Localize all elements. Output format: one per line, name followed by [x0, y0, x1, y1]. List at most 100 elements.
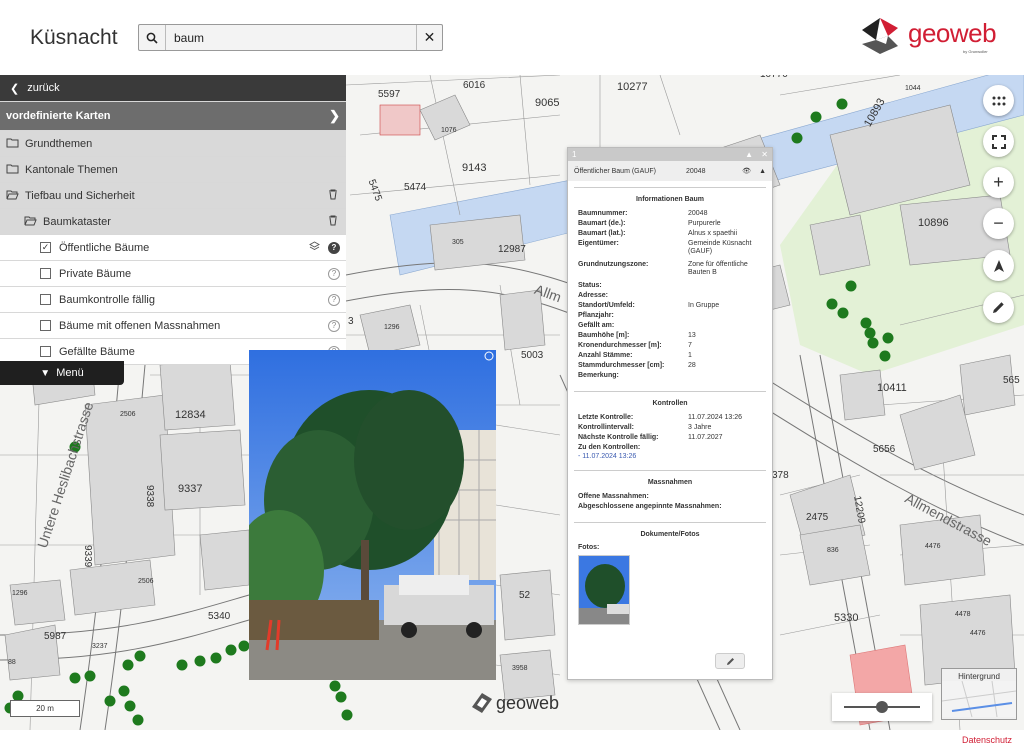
- layer-checkbox[interactable]: [40, 268, 51, 279]
- back-label: zurück: [27, 82, 60, 94]
- layer-checkbox[interactable]: [40, 346, 51, 357]
- folder-open-icon: [24, 215, 37, 229]
- folder-open-icon: [6, 189, 19, 203]
- search-icon[interactable]: [139, 25, 166, 50]
- trash-icon[interactable]: [328, 189, 338, 203]
- table-row: Grundnutzungszone: Zone für öffentliche B…: [578, 261, 748, 276]
- logo-text: geoweb: [908, 18, 997, 48]
- feature-info-window[interactable]: 1 ▲ ✕ Öffentlicher Baum (GAUF) 20048 👁 ▲…: [567, 147, 773, 680]
- parcel-label: 52: [519, 590, 531, 601]
- eye-icon[interactable]: 👁: [742, 167, 751, 175]
- draw-button[interactable]: [983, 292, 1014, 323]
- parcel-label: 12834: [175, 409, 206, 421]
- layer-checkbox[interactable]: [40, 320, 51, 331]
- photo-thumbnail[interactable]: [578, 555, 630, 625]
- parcel-label: 3: [348, 316, 354, 327]
- search-input[interactable]: baum: [166, 31, 416, 45]
- menu-toggle-button[interactable]: ▼ Menü: [0, 361, 124, 385]
- group-label: Kantonale Themen: [25, 163, 118, 176]
- parcel-label: 5597: [378, 89, 401, 100]
- group-tiefbau-sicherheit[interactable]: Tiefbau und Sicherheit: [0, 183, 346, 209]
- back-button[interactable]: ❮ zurück: [0, 75, 346, 102]
- table-row: Abgeschlossene angepinnte Massnahmen:: [578, 503, 722, 510]
- layer-label: Baumkontrolle fällig: [59, 293, 155, 306]
- layer-offene-massnahmen[interactable]: Bäume mit offenen Massnahmen ?: [0, 313, 346, 339]
- table-row: Stammdurchmesser [cm]: 28: [578, 362, 696, 369]
- zoom-out-button[interactable]: −: [983, 208, 1014, 239]
- edit-button[interactable]: [715, 653, 745, 669]
- grid-icon: [992, 96, 1005, 105]
- parcel-label: 10277: [617, 81, 648, 93]
- group-grundthemen[interactable]: Grundthemen: [0, 131, 346, 157]
- chevron-down-icon: ▼: [40, 367, 51, 379]
- table-row: Baumart (lat.): Alnus x spaethii: [578, 230, 738, 237]
- predefined-maps-label: vordefinierte Karten: [6, 110, 111, 122]
- table-row: Baumart (de.): Purpurerle: [578, 220, 721, 227]
- background-label: Hintergrund: [958, 672, 1000, 681]
- page-title: Küsnacht: [30, 26, 118, 49]
- help-icon[interactable]: ?: [328, 293, 340, 306]
- layer-private-baeume[interactable]: Private Bäume ?: [0, 261, 346, 287]
- parcel-label: 1296: [384, 324, 400, 331]
- chevron-left-icon: ❮: [10, 82, 20, 95]
- help-icon[interactable]: ?: [328, 319, 340, 332]
- predefined-maps-item[interactable]: vordefinierte Karten ❯: [0, 102, 346, 131]
- search-bar[interactable]: baum ✕: [138, 24, 443, 51]
- parcel-label: 1044: [905, 85, 921, 92]
- layer-label: Private Bäume: [59, 267, 132, 280]
- locate-button[interactable]: [983, 250, 1014, 281]
- privacy-link[interactable]: Datenschutz: [962, 735, 1012, 745]
- clear-search-icon[interactable]: ✕: [416, 25, 442, 50]
- table-row: Anzahl Stämme: 1: [578, 352, 692, 359]
- layer-baumkontrolle-faellig[interactable]: Baumkontrolle fällig ?: [0, 287, 346, 313]
- layer-oeffentliche-baeume[interactable]: ✓ Öffentliche Bäume ?: [0, 235, 346, 261]
- section-title: Massnahmen: [574, 470, 766, 492]
- layers-icon[interactable]: [309, 240, 320, 255]
- navigation-arrow-icon: [993, 259, 1004, 272]
- info-window-titlebar[interactable]: 1 ▲ ✕: [568, 148, 772, 161]
- help-icon[interactable]: ?: [328, 267, 340, 280]
- fullscreen-button[interactable]: [983, 126, 1014, 157]
- geoweb-logo-mark: [862, 18, 898, 54]
- collapse-icon[interactable]: ▲: [745, 150, 753, 159]
- table-row: Baumhöhe [m]: 13: [578, 332, 696, 339]
- map-logo: geoweb: [471, 692, 559, 714]
- table-row: Adresse:: [578, 292, 608, 299]
- layer-checkbox[interactable]: [40, 294, 51, 305]
- table-row: Offene Massnahmen:: [578, 493, 649, 500]
- app-header: Küsnacht baum ✕ geoweb by Grunwoller: [0, 0, 1024, 75]
- parcel-label: 4476: [925, 543, 941, 550]
- opacity-slider[interactable]: [832, 693, 932, 721]
- group-label: Grundthemen: [25, 137, 93, 150]
- chevron-right-icon: ❯: [329, 108, 340, 123]
- measures-table: Offene Massnahmen: Abgeschlossene angepi…: [578, 492, 764, 512]
- tree-photo[interactable]: [249, 350, 496, 680]
- table-row: Pflanzjahr:: [578, 312, 614, 319]
- geoweb-logo-mark: [472, 693, 492, 713]
- feature-header: Öffentlicher Baum (GAUF) 20048 👁 ▲: [568, 161, 772, 181]
- parcel-label: 836: [827, 547, 839, 554]
- help-icon[interactable]: ?: [328, 241, 340, 254]
- group-kantonale-themen[interactable]: Kantonale Themen: [0, 157, 346, 183]
- chevron-up-icon[interactable]: ▲: [759, 168, 766, 175]
- control-link[interactable]: - 11.07.2024 13:26: [578, 453, 772, 460]
- close-icon[interactable]: ✕: [761, 150, 768, 159]
- table-row: Zu den Kontrollen:: [578, 444, 641, 451]
- section-title: Dokumente/Fotos: [574, 522, 766, 544]
- zoom-in-button[interactable]: +: [983, 167, 1014, 198]
- expand-icon: [991, 134, 1006, 149]
- table-row: Baumnummer: 20048: [578, 210, 708, 217]
- parcel-label: 10770: [760, 75, 788, 80]
- apps-grid-button[interactable]: [983, 85, 1014, 116]
- layer-checkbox[interactable]: ✓: [40, 242, 51, 253]
- background-map-switcher[interactable]: Hintergrund: [941, 668, 1017, 720]
- subgroup-baumkataster[interactable]: Baumkataster: [0, 209, 346, 235]
- table-row: Bemerkung:: [578, 372, 619, 379]
- map-logo-text: geoweb: [496, 692, 560, 713]
- footer: Datenschutz: [0, 730, 1024, 752]
- parcel-label: 9065: [535, 97, 560, 109]
- slider-handle[interactable]: [876, 701, 888, 713]
- parcel-label: 5340: [208, 611, 231, 622]
- trash-icon[interactable]: [328, 215, 338, 229]
- layer-panel: ❮ zurück vordefinierte Karten ❯ Grundthe…: [0, 75, 346, 365]
